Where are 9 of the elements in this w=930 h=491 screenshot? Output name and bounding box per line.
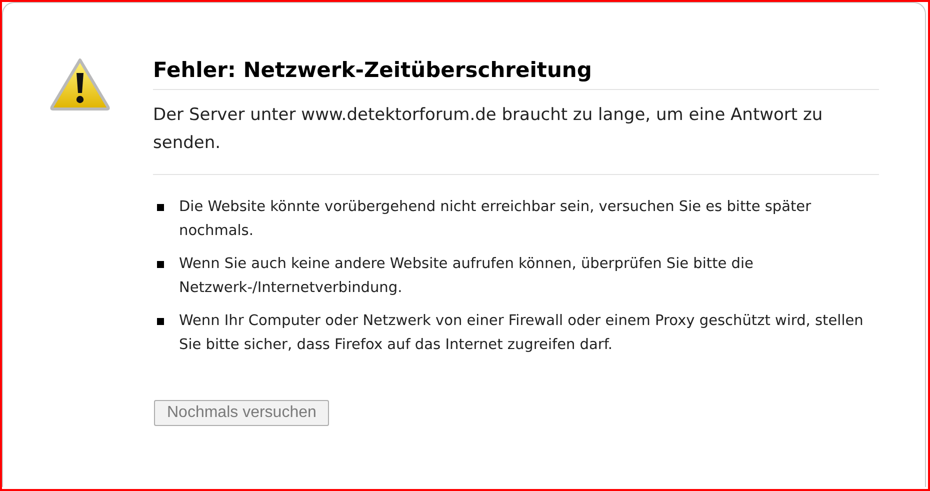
bullet-icon: [157, 318, 164, 325]
error-title: Fehler: Netzwerk-Zeitüberschreitung: [153, 55, 879, 90]
suggestion-text: Wenn Ihr Computer oder Netzwerk von einer Firewall oder einem Proxy geschützt wird, stellen Sie bitte sicher, dass Firefox auf das Internet zugreifen darf.: [179, 312, 864, 355]
error-description: Der Server unter www.detektorforum.de braucht zu lange, um eine Antwort zu senden.: [153, 104, 824, 155]
bullet-icon: [157, 204, 164, 211]
bullet-icon: [157, 261, 164, 268]
suggestion-text: Die Website könnte vorübergehend nicht erreichbar sein, versuchen Sie es bitte später nochmals.: [179, 198, 812, 241]
warning-icon: [49, 57, 111, 111]
suggestion-text: Wenn Sie auch keine andere Website aufrufen können, überprüfen Sie bitte die Netzwerk-/Internetverbindung.: [179, 255, 754, 298]
